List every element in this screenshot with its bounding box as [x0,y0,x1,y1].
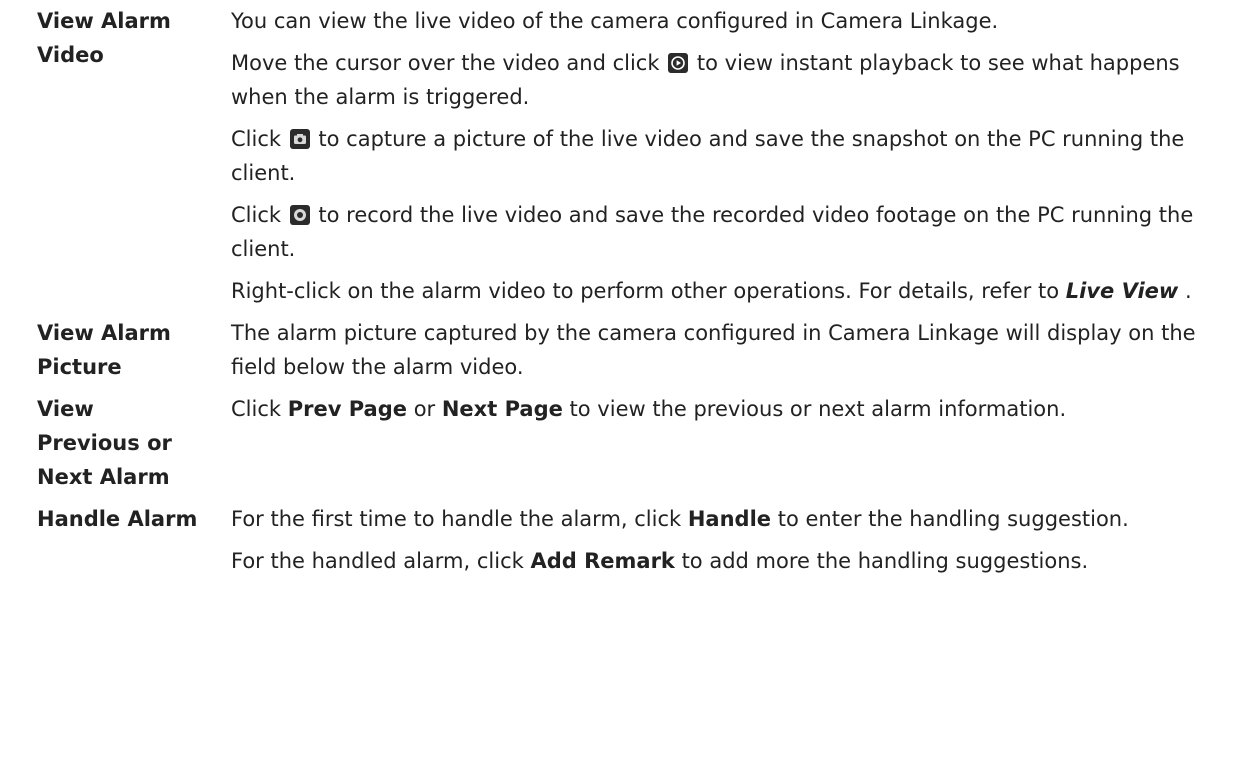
next-page-label: Next Page [441,397,563,421]
desc-view-alarm-video: You can view the live video of the camer… [231,4,1227,308]
instant-playback-icon [668,53,689,73]
paragraph: For the first time to handle the alarm, … [231,507,1129,531]
row-view-previous-next: View Previous or Next Alarm Click Prev P… [37,392,1227,494]
paragraph: The alarm picture captured by the camera… [231,321,1196,379]
paragraph: Right-click on the alarm video to perfor… [231,279,1192,303]
paragraph: Click to record the live video and save … [231,203,1194,261]
term-handle-alarm: Handle Alarm [37,507,198,531]
handle-label: Handle [687,507,772,531]
prev-page-label: Prev Page [287,397,407,421]
paragraph: For the handled alarm, click Add Remark … [231,549,1089,573]
paragraph: Click to capture a picture of the live v… [231,127,1185,185]
row-view-alarm-picture: View Alarm Picture The alarm picture cap… [37,316,1227,384]
term-view-previous-next: View Previous or Next Alarm [37,397,172,489]
desc-view-previous-next: Click Prev Page or Next Page to view the… [231,392,1227,494]
row-view-alarm-video: View Alarm Video You can view the live v… [37,4,1227,308]
row-handle-alarm: Handle Alarm For the first time to handl… [37,502,1227,578]
paragraph: Click Prev Page or Next Page to view the… [231,397,1067,421]
operations-table: View Alarm Video You can view the live v… [37,4,1227,586]
paragraph: You can view the live video of the camer… [231,9,999,33]
camera-capture-icon [289,129,310,149]
term-view-alarm-picture: View Alarm Picture [37,321,171,379]
term-view-alarm-video: View Alarm Video [37,9,171,67]
desc-handle-alarm: For the first time to handle the alarm, … [231,502,1227,578]
record-icon [289,205,310,225]
add-remark-label: Add Remark [530,549,675,573]
desc-view-alarm-picture: The alarm picture captured by the camera… [231,316,1227,384]
live-view-link[interactable]: Live View [1066,279,1179,303]
paragraph: Move the cursor over the video and click… [231,51,1180,109]
